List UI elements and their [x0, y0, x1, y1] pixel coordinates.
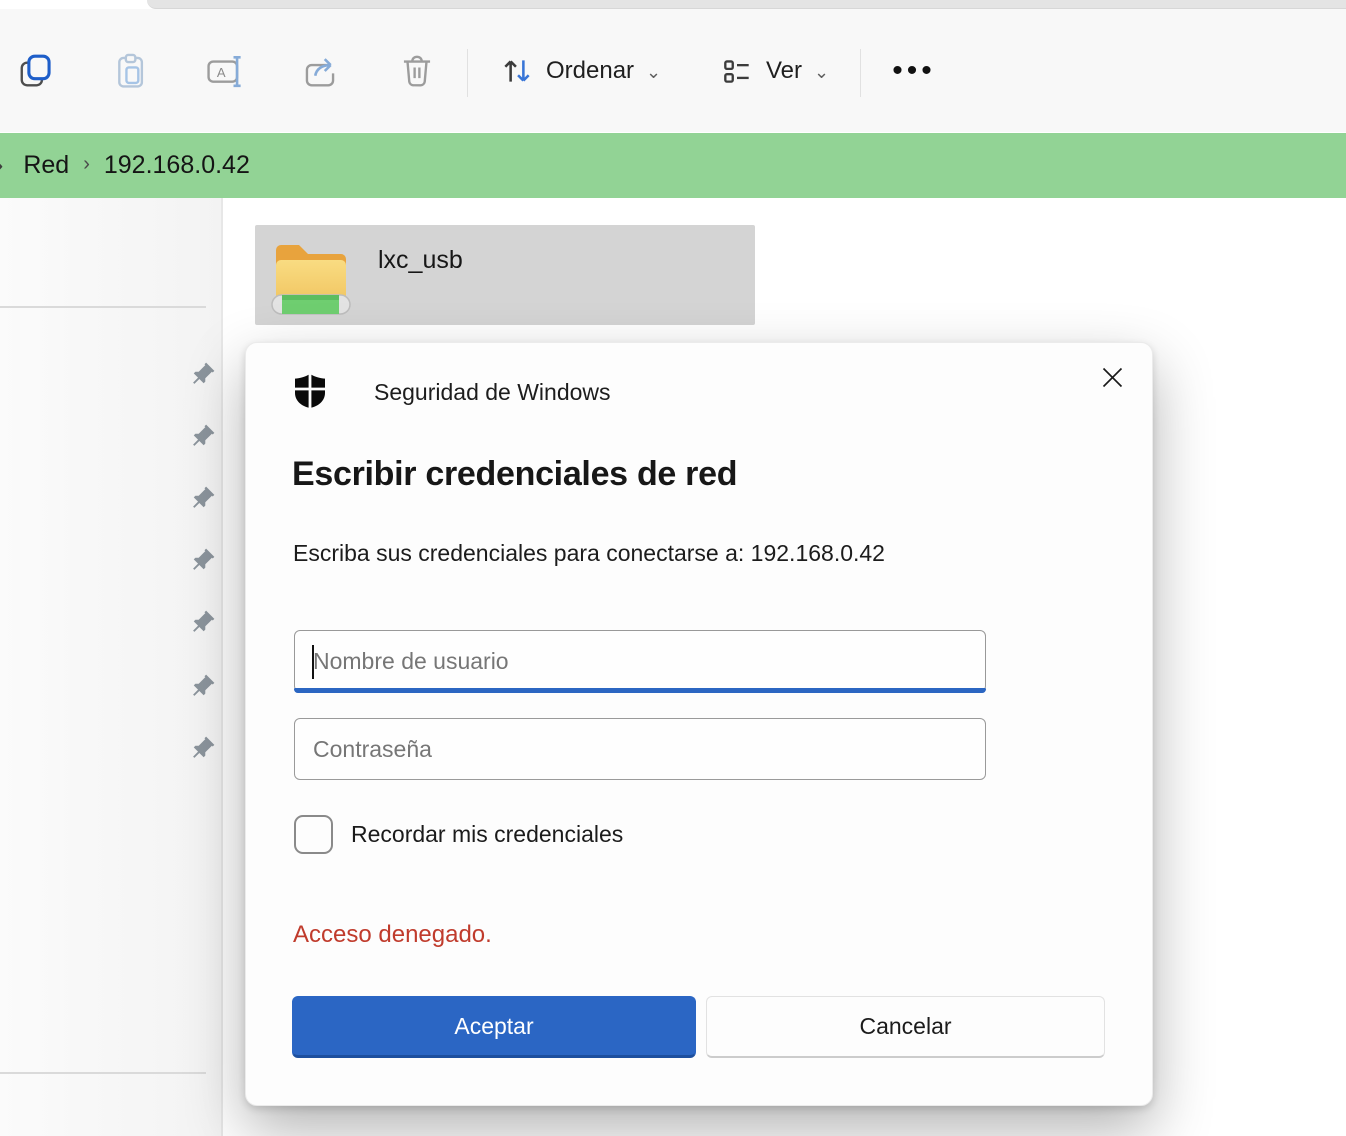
remember-checkbox[interactable] — [294, 815, 333, 854]
chevron-down-icon: ⌄ — [814, 62, 829, 83]
dialog-app-title: Seguridad de Windows — [374, 379, 611, 406]
trash-icon — [398, 52, 436, 90]
file-name: lxc_usb — [378, 246, 463, 275]
rename-button[interactable]: A — [188, 33, 260, 109]
close-button[interactable] — [1090, 355, 1134, 399]
windows-security-dialog: Seguridad de Windows Escribir credencial… — [245, 342, 1153, 1106]
password-input[interactable] — [295, 719, 985, 779]
pin-icon — [188, 547, 216, 575]
dialog-title: Escribir credenciales de red — [292, 455, 737, 494]
toolbar-divider — [467, 49, 468, 97]
close-icon — [1099, 364, 1126, 391]
svg-text:A: A — [217, 65, 226, 80]
sort-dropdown[interactable]: Ordenar ⌄ — [486, 39, 675, 103]
address-bar[interactable]: › Red › 192.168.0.42 — [0, 133, 1346, 198]
security-shield-icon — [294, 373, 326, 409]
pin-icon — [188, 673, 216, 701]
sidebar-separator — [0, 306, 206, 308]
pin-icon — [188, 361, 216, 389]
paste-button[interactable] — [94, 33, 166, 109]
view-label: Ver — [766, 57, 802, 85]
text-caret — [312, 645, 314, 679]
sort-label: Ordenar — [546, 57, 634, 85]
username-field-container — [294, 630, 986, 692]
breadcrumb-separator-icon: › — [75, 153, 98, 176]
breadcrumb-item-red[interactable]: Red — [17, 151, 75, 180]
accept-button[interactable]: Aceptar — [292, 996, 696, 1058]
copy-button[interactable] — [0, 33, 72, 109]
password-field-container — [294, 718, 986, 780]
rename-icon: A — [205, 52, 243, 90]
view-dropdown[interactable]: Ver ⌄ — [706, 39, 843, 103]
pin-icon — [188, 423, 216, 451]
breadcrumb-lead-chevron-icon: › — [0, 151, 3, 180]
pin-icon — [188, 609, 216, 637]
remember-credentials-row[interactable]: Recordar mis credenciales — [294, 815, 623, 854]
error-message: Acceso denegado. — [293, 921, 492, 949]
more-options-button[interactable]: ••• — [878, 33, 950, 109]
remember-checkbox-label: Recordar mis credenciales — [351, 821, 623, 848]
cancel-button[interactable]: Cancelar — [706, 996, 1105, 1058]
explorer-toolbar: A Ordenar ⌄ Ver ⌄ — [0, 9, 1346, 132]
pin-icon — [188, 735, 216, 763]
view-icon — [720, 54, 754, 88]
navigation-sidebar[interactable] — [0, 198, 223, 1136]
breadcrumb-item-host[interactable]: 192.168.0.42 — [98, 151, 256, 180]
share-button[interactable] — [284, 33, 356, 109]
sidebar-separator — [0, 1072, 206, 1074]
sort-icon — [500, 54, 534, 88]
tab-strip-edge — [147, 0, 1346, 9]
username-input[interactable] — [295, 631, 985, 691]
network-folder-icon — [268, 234, 354, 320]
file-item-lxc-usb[interactable]: lxc_usb — [255, 225, 755, 325]
paste-icon — [111, 52, 149, 90]
pin-icon — [188, 485, 216, 513]
share-icon — [301, 52, 339, 90]
dialog-subtitle: Escriba sus credenciales para conectarse… — [293, 540, 885, 567]
delete-button[interactable] — [381, 33, 453, 109]
chevron-down-icon: ⌄ — [646, 62, 661, 83]
copy-icon — [17, 52, 55, 90]
toolbar-divider — [860, 49, 861, 97]
